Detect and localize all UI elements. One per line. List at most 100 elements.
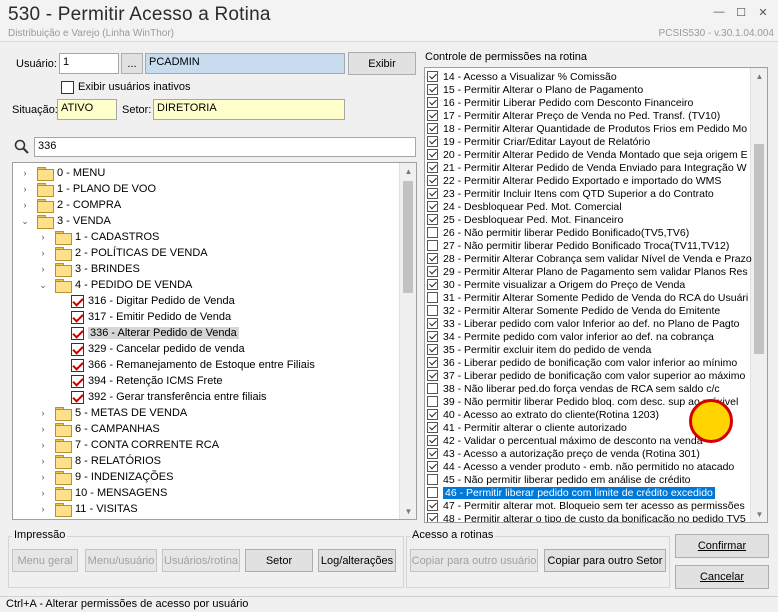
cancel-button[interactable]: Cancelar — [675, 565, 769, 589]
tree-item[interactable]: › 5 - METAS DE VENDA — [37, 405, 187, 421]
permission-checkbox[interactable] — [427, 513, 438, 522]
permission-checkbox[interactable] — [427, 500, 438, 511]
show-inactive-checkbox[interactable] — [61, 81, 74, 94]
permission-item[interactable]: 24 - Desbloquear Ped. Mot. Comercial — [427, 200, 622, 213]
permission-checkbox[interactable] — [427, 357, 438, 368]
scroll-up-icon[interactable]: ▲ — [400, 163, 416, 179]
tree-item-checkbox[interactable] — [71, 374, 84, 388]
permission-item[interactable]: 33 - Liberar pedido com valor Inferior a… — [427, 317, 740, 330]
chevron-right-icon[interactable]: › — [37, 423, 49, 435]
permission-item[interactable]: 45 - Não permitir liberar pedido em anál… — [427, 473, 690, 486]
permission-checkbox[interactable] — [427, 149, 438, 160]
permission-item[interactable]: 21 - Permitir Alterar Pedido de Venda En… — [427, 161, 747, 174]
confirm-button[interactable]: Confirmar — [675, 534, 769, 558]
user-lookup-button[interactable]: ... — [121, 53, 143, 74]
permission-checkbox[interactable] — [427, 240, 438, 251]
permission-checkbox[interactable] — [427, 461, 438, 472]
permission-item[interactable]: 29 - Permitir Alterar Plano de Pagamento… — [427, 265, 748, 278]
permission-item[interactable]: 43 - Acesso a autorização preço de venda… — [427, 447, 700, 460]
permission-checkbox[interactable] — [427, 71, 438, 82]
permission-item[interactable]: 23 - Permitir Incluir Itens com QTD Supe… — [427, 187, 714, 200]
close-icon[interactable]: ✕ — [754, 4, 772, 20]
permission-checkbox[interactable] — [427, 110, 438, 121]
tree-item[interactable]: 392 - Gerar transferência entre filiais — [59, 389, 267, 405]
permission-item[interactable]: 28 - Permitir Alterar Cobrança sem valid… — [427, 252, 752, 265]
permission-item[interactable]: 38 - Não liberar ped.do força vendas de … — [427, 382, 720, 395]
scroll-down-icon[interactable]: ▼ — [400, 503, 416, 519]
scroll-down-icon[interactable]: ▼ — [751, 506, 767, 522]
permission-checkbox[interactable] — [427, 409, 438, 420]
permission-item[interactable]: 48 - Permitir alterar o tipo de custo da… — [427, 512, 746, 522]
permission-checkbox[interactable] — [427, 175, 438, 186]
chevron-right-icon[interactable]: › — [37, 231, 49, 243]
permission-item[interactable]: 19 - Permitir Criar/Editar Layout de Rel… — [427, 135, 650, 148]
chevron-down-icon[interactable]: ⌄ — [19, 215, 31, 227]
tree-item-checkbox[interactable] — [71, 390, 84, 404]
tree-item-checkbox[interactable] — [71, 342, 84, 356]
permission-checkbox[interactable] — [427, 292, 438, 303]
minimize-icon[interactable]: — — [710, 4, 728, 20]
permission-item[interactable]: 35 - Permitir excluir item do pedido de … — [427, 343, 651, 356]
tree-item[interactable]: › 9 - INDENIZAÇÕES — [37, 469, 173, 485]
user-code-field[interactable]: 1 — [59, 53, 119, 74]
routine-tree[interactable]: ▲ ▼ › 0 - MENU › 1 - PLANO DE VOO › 2 - COMPR… — [12, 162, 417, 520]
permission-checkbox[interactable] — [427, 370, 438, 381]
chevron-right-icon[interactable]: › — [37, 487, 49, 499]
print-users-routine-button[interactable]: Usuários/rotina — [162, 549, 240, 572]
tree-item[interactable]: 366 - Remanejamento de Estoque entre Fil… — [59, 357, 315, 373]
chevron-right-icon[interactable]: › — [37, 455, 49, 467]
tree-item[interactable]: › 2 - POLÍTICAS DE VENDA — [37, 245, 208, 261]
permission-checkbox[interactable] — [427, 84, 438, 95]
chevron-right-icon[interactable]: › — [37, 471, 49, 483]
permission-checkbox[interactable] — [427, 435, 438, 446]
permission-checkbox[interactable] — [427, 331, 438, 342]
chevron-down-icon[interactable]: ⌄ — [37, 279, 49, 291]
chevron-right-icon[interactable]: › — [19, 199, 31, 211]
scroll-up-icon[interactable]: ▲ — [751, 68, 767, 84]
chevron-right-icon[interactable]: › — [19, 183, 31, 195]
tree-item-checkbox[interactable] — [71, 294, 84, 308]
tree-item[interactable]: › 7 - CONTA CORRENTE RCA — [37, 437, 219, 453]
permission-checkbox[interactable] — [427, 279, 438, 290]
permission-item[interactable]: 14 - Acesso a Visualizar % Comissão — [427, 70, 617, 83]
permission-item[interactable]: 42 - Validar o percentual máximo de desc… — [427, 434, 703, 447]
tree-item[interactable]: › 6 - CAMPANHAS — [37, 421, 160, 437]
permission-item[interactable]: 34 - Permite pedido com valor inferior a… — [427, 330, 714, 343]
tree-item-checkbox[interactable] — [71, 310, 84, 324]
permission-item[interactable]: 20 - Permitir Alterar Pedido de Venda Mo… — [427, 148, 748, 161]
permission-item[interactable]: 39 - Não permitir liberar Pedido bloq. c… — [427, 395, 738, 408]
show-button[interactable]: Exibir — [348, 52, 416, 75]
permission-checkbox[interactable] — [427, 188, 438, 199]
print-menu-user-button[interactable]: Menu/usuário — [85, 549, 157, 572]
search-input[interactable]: 336 — [34, 137, 416, 157]
permission-item[interactable]: 37 - Liberar pedido de bonificação com v… — [427, 369, 745, 382]
permission-checkbox[interactable] — [427, 474, 438, 485]
tree-item[interactable]: ⌄ 4 - PEDIDO DE VENDA — [37, 277, 192, 293]
chevron-right-icon[interactable]: › — [37, 503, 49, 515]
permissions-list[interactable]: ▲ ▼ 14 - Acesso a Visualizar % Comissão 1… — [424, 67, 768, 523]
tree-item-checkbox[interactable] — [71, 326, 84, 340]
copy-to-user-button[interactable]: Copiar para outro usuário — [410, 549, 538, 572]
permission-checkbox[interactable] — [427, 305, 438, 316]
permission-item[interactable]: 15 - Permitir Alterar o Plano de Pagamen… — [427, 83, 643, 96]
permission-item[interactable]: 32 - Permitir Alterar Somente Pedido de … — [427, 304, 720, 317]
permission-checkbox[interactable] — [427, 383, 438, 394]
permission-item[interactable]: 17 - Permitir Alterar Preço de Venda no … — [427, 109, 720, 122]
tree-item-checkbox[interactable] — [71, 358, 84, 372]
print-sector-button[interactable]: Setor — [245, 549, 313, 572]
permission-item[interactable]: 31 - Permitir Alterar Somente Pedido de … — [427, 291, 748, 304]
permission-checkbox[interactable] — [427, 448, 438, 459]
tree-item[interactable]: › 2 - COMPRA — [19, 197, 121, 213]
permission-item[interactable]: 27 - Não permitir liberar Pedido Bonific… — [427, 239, 729, 252]
permission-checkbox[interactable] — [427, 253, 438, 264]
tree-item[interactable]: › 8 - RELATÓRIOS — [37, 453, 161, 469]
permission-item[interactable]: 30 - Permite visualizar a Origem do Preç… — [427, 278, 685, 291]
tree-item[interactable]: › 0 - MENU — [19, 165, 105, 181]
chevron-right-icon[interactable]: › — [37, 519, 49, 520]
chevron-right-icon[interactable]: › — [37, 247, 49, 259]
chevron-right-icon[interactable]: › — [37, 263, 49, 275]
permission-checkbox[interactable] — [427, 396, 438, 407]
permission-item[interactable]: 26 - Não permitir liberar Pedido Bonific… — [427, 226, 689, 239]
tree-item[interactable]: 336 - Alterar Pedido de Venda — [59, 325, 239, 341]
permission-checkbox[interactable] — [427, 123, 438, 134]
